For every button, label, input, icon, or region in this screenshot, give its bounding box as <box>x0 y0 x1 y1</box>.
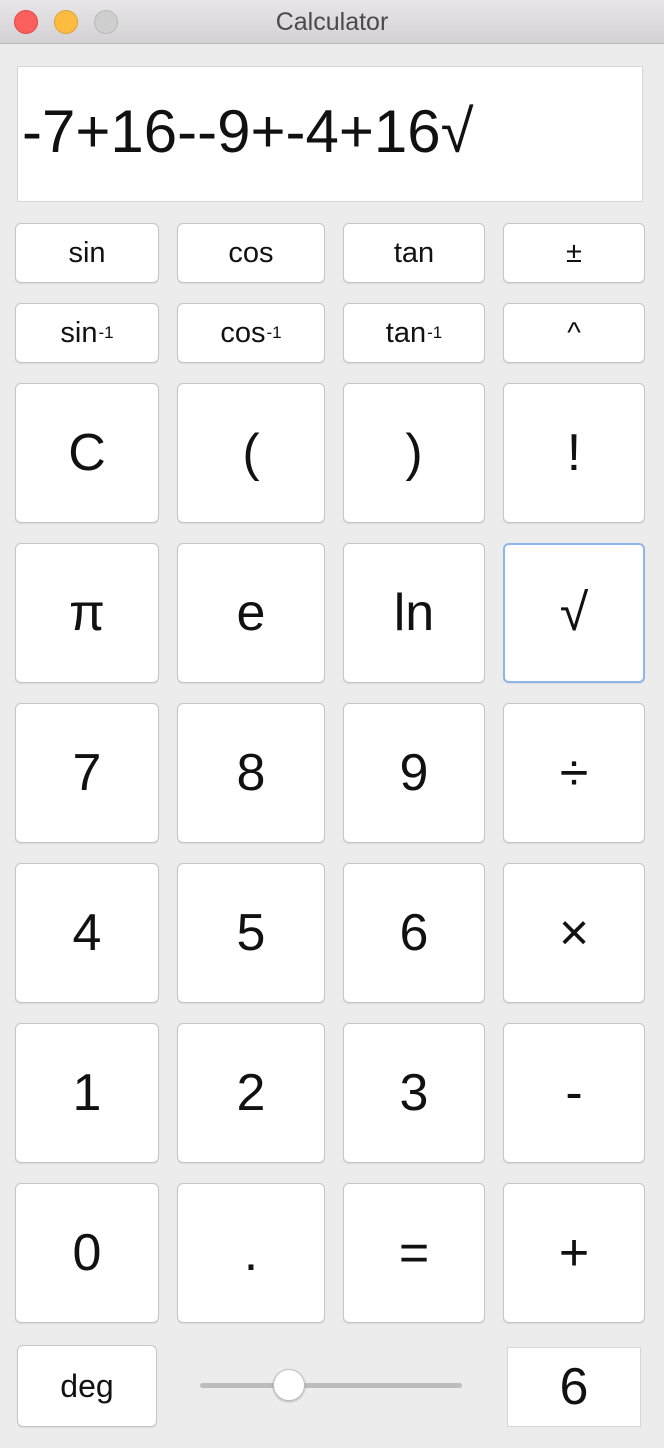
arccos-button[interactable]: cos -1 <box>177 303 325 363</box>
decimal-button[interactable]: . <box>177 1183 325 1323</box>
cos-button[interactable]: cos <box>177 223 325 283</box>
slider-thumb[interactable] <box>273 1369 306 1401</box>
arctan-exponent: -1 <box>427 323 443 342</box>
arctan-button[interactable]: tan -1 <box>343 303 485 363</box>
digit-4-button[interactable]: 4 <box>15 863 159 1003</box>
digit-5-button[interactable]: 5 <box>177 863 325 1003</box>
arcsin-label: sin <box>60 316 98 349</box>
plus-minus-button[interactable]: ± <box>503 223 645 283</box>
close-paren-button[interactable]: ) <box>343 383 485 523</box>
sin-button[interactable]: sin <box>15 223 159 283</box>
digit-0-button[interactable]: 0 <box>15 1183 159 1323</box>
title-bar[interactable]: Calculator <box>0 0 664 44</box>
multiply-button[interactable]: × <box>503 863 645 1003</box>
calculator-window: Calculator -7+16--9+-4+16√ sin cos tan ±… <box>0 0 664 1448</box>
plus-button[interactable]: + <box>503 1183 645 1323</box>
arcsin-exponent: -1 <box>98 323 114 342</box>
e-button[interactable]: e <box>177 543 325 683</box>
factorial-button[interactable]: ! <box>503 383 645 523</box>
precision-slider[interactable] <box>200 1369 462 1401</box>
digit-1-button[interactable]: 1 <box>15 1023 159 1163</box>
minus-button[interactable]: - <box>503 1023 645 1163</box>
digit-3-button[interactable]: 3 <box>343 1023 485 1163</box>
window-title: Calculator <box>275 8 389 36</box>
digit-2-button[interactable]: 2 <box>177 1023 325 1163</box>
digit-6-button[interactable]: 6 <box>343 863 485 1003</box>
open-paren-button[interactable]: ( <box>177 383 325 523</box>
digit-9-button[interactable]: 9 <box>343 703 485 843</box>
precision-value-field[interactable]: 6 <box>507 1347 641 1427</box>
pi-button[interactable]: π <box>15 543 159 683</box>
equals-button[interactable]: = <box>343 1183 485 1323</box>
digit-8-button[interactable]: 8 <box>177 703 325 843</box>
power-button[interactable]: ^ <box>503 303 645 363</box>
arctan-label: tan <box>385 316 427 349</box>
divide-button[interactable]: ÷ <box>503 703 645 843</box>
arcsin-button[interactable]: sin -1 <box>15 303 159 363</box>
expression-text: -7+16--9+-4+16√ <box>22 98 474 165</box>
tan-button[interactable]: tan <box>343 223 485 283</box>
ln-button[interactable]: ln <box>343 543 485 683</box>
digit-7-button[interactable]: 7 <box>15 703 159 843</box>
expression-display[interactable]: -7+16--9+-4+16√ <box>17 66 643 202</box>
arccos-label: cos <box>220 316 266 349</box>
angle-mode-button[interactable]: deg <box>17 1345 157 1427</box>
sqrt-button[interactable]: √ <box>503 543 645 683</box>
clear-button[interactable]: C <box>15 383 159 523</box>
arccos-exponent: -1 <box>266 323 282 342</box>
